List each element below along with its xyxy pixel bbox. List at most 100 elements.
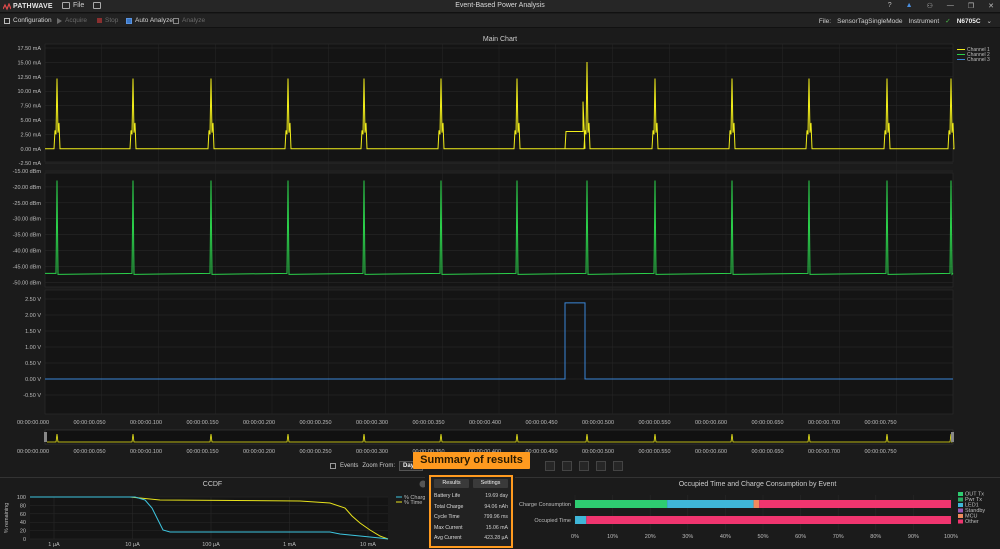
avg-current-value: 423.28 µA [484,535,508,541]
battery-life-label: Battery Life [434,493,461,499]
power-tick: -40.00 dBm [13,249,42,255]
summary-callout: Summary of results [413,452,530,469]
voltage-tick: 1.50 V [25,329,41,335]
time-tick: 00:00:00.250 [299,449,331,455]
cycle-time-label: Cycle Time [434,514,460,520]
ccdf-y-tick: 100 [17,495,26,501]
time-tick: 00:00:00.200 [243,449,275,455]
ccdf-x-tick: 100 µA [202,542,220,548]
time-tick: 00:00:00.550 [638,449,670,455]
time-tick: 00:00:00.150 [186,449,218,455]
settings-tab[interactable]: Settings [473,479,508,488]
charge-segment-mcu [753,500,760,508]
time-tick: 00:00:00.700 [808,449,840,455]
voltage-tick: -0.50 V [23,393,41,399]
time-tick: 00:00:00.000 [17,420,49,426]
time-tick: 00:00:00.100 [130,449,162,455]
overview-right-handle [951,432,954,442]
occupied-legend-swatch [958,508,963,513]
power-tick: -50.00 dBm [13,280,42,286]
time-tick: 00:00:00.500 [582,449,614,455]
summary-row: Battery Life 19.69 day [434,491,508,502]
voltage-tick: 0.50 V [25,361,41,367]
time-tick: 00:00:00.400 [469,420,501,426]
zoom-out-icon[interactable] [596,461,606,471]
zoom-tools [545,461,623,471]
legend-channel-3[interactable]: Channel 3 [957,57,990,63]
time-tick: 00:00:00.300 [356,449,388,455]
voltage-tick: 0.00 V [25,377,41,383]
power-tick: -20.00 dBm [13,185,42,191]
overview-left-handle [44,432,47,442]
charge-segment-out-tx [575,500,668,508]
undo-icon[interactable] [545,461,555,471]
time-tick: 00:00:00.600 [695,449,727,455]
time-tick: 00:00:00.100 [130,420,162,426]
summary-row: Total Charge 94.06 nAh [434,502,508,513]
occupied-legend-label: Other [965,519,979,525]
zoom-bar: Events Zoom From: Day 0 [330,460,424,472]
current-tick: 2.50 mA [21,132,42,138]
reset-zoom-icon[interactable] [613,461,623,471]
main-chart-legend: Channel 1 Channel 2 Channel 3 [957,47,990,63]
power-tick: -35.00 dBm [13,233,42,239]
results-tab[interactable]: Results [434,479,469,488]
current-tick: 0.00 mA [21,147,42,153]
current-tick: 10.00 mA [17,89,41,95]
occupied-x-tick: 10% [607,534,618,540]
time-segment-led1 [575,516,587,524]
occupied-x-tick: 30% [682,534,693,540]
time-tick: 00:00:00.050 [73,420,105,426]
occupied-time-chart[interactable]: 0% 10% 20% 30% 40% 50% 60% 70% 80% 90% 100% Charge … [515,478,1000,549]
occupied-legend-swatch [958,503,963,507]
charge-segment-other [759,500,951,508]
events-label: Events [340,463,359,469]
voltage-tick: 2.00 V [25,313,41,319]
occupied-row-label: Charge Consumption [519,502,571,508]
ccdf-y-label: % remaining [4,503,10,534]
occupied-x-tick: 100% [944,534,958,540]
ccdf-y-tick: 0 [23,537,26,543]
summary-row: Cycle Time 799.96 ms [434,512,508,523]
occupied-x-tick: 70% [833,534,844,540]
ccdf-y-tick: 80 [20,503,26,509]
occupied-row-label: Occupied Time [534,518,571,524]
cycle-time-value: 799.96 ms [483,514,508,520]
time-tick: 00:00:00.200 [243,420,275,426]
ccdf-chart[interactable]: 100 80 60 40 20 0 1 µA 10 µA 100 µA 1 mA 10 mA % re… [0,478,425,549]
voltage-tick: 1.00 V [25,345,41,351]
ccdf-y-tick: 20 [20,529,26,535]
main-chart[interactable]: 17.50 mA 15.00 mA 12.50 mA 10.00 mA 7.50 mA 5… [0,0,1000,460]
time-tick: 00:00:00.350 [412,420,444,426]
current-tick: 15.00 mA [17,60,41,66]
close-icon [419,480,425,488]
max-current-value: 15.06 mA [485,524,508,531]
ccdf-panel: CCDF 100 80 60 40 20 0 1 µA 10 µA 100 µA 1 mA 10 m… [0,477,425,549]
summary-row: Avg Current 423.28 µA [434,533,508,544]
redo-icon[interactable] [562,461,572,471]
zoom-in-icon[interactable] [579,461,589,471]
time-segment-other [586,516,951,524]
current-tick: 12.50 mA [17,75,41,81]
current-tick: -2.50 mA [19,161,42,167]
summary-panel: Results Settings Battery Life 19.69 day T… [429,475,513,548]
occupied-legend-swatch [958,492,963,496]
power-tick: -30.00 dBm [13,217,42,223]
total-charge-value: 94.06 nAh [484,503,508,510]
power-tick: -25.00 dBm [13,201,42,207]
time-tick: 00:00:00.450 [525,449,557,455]
time-tick: 00:00:00.750 [864,420,896,426]
time-tick: 00:00:00.300 [356,420,388,426]
ccdf-y-tick: 40 [20,520,26,526]
time-tick: 00:00:00.600 [695,420,727,426]
zoom-from-label: Zoom From: [362,463,396,469]
current-tick: 5.00 mA [21,118,42,124]
events-checkbox[interactable] [330,463,336,469]
occupied-x-tick: 20% [645,534,656,540]
voltage-tick: 2.50 V [25,297,41,303]
time-tick: 00:00:00.450 [525,420,557,426]
occupied-time-panel: Occupied Time and Charge Consumption by … [515,477,1000,549]
occupied-x-tick: 40% [720,534,731,540]
ccdf-legend-label: % Time [404,500,422,506]
legend-swatch-3 [957,59,965,60]
